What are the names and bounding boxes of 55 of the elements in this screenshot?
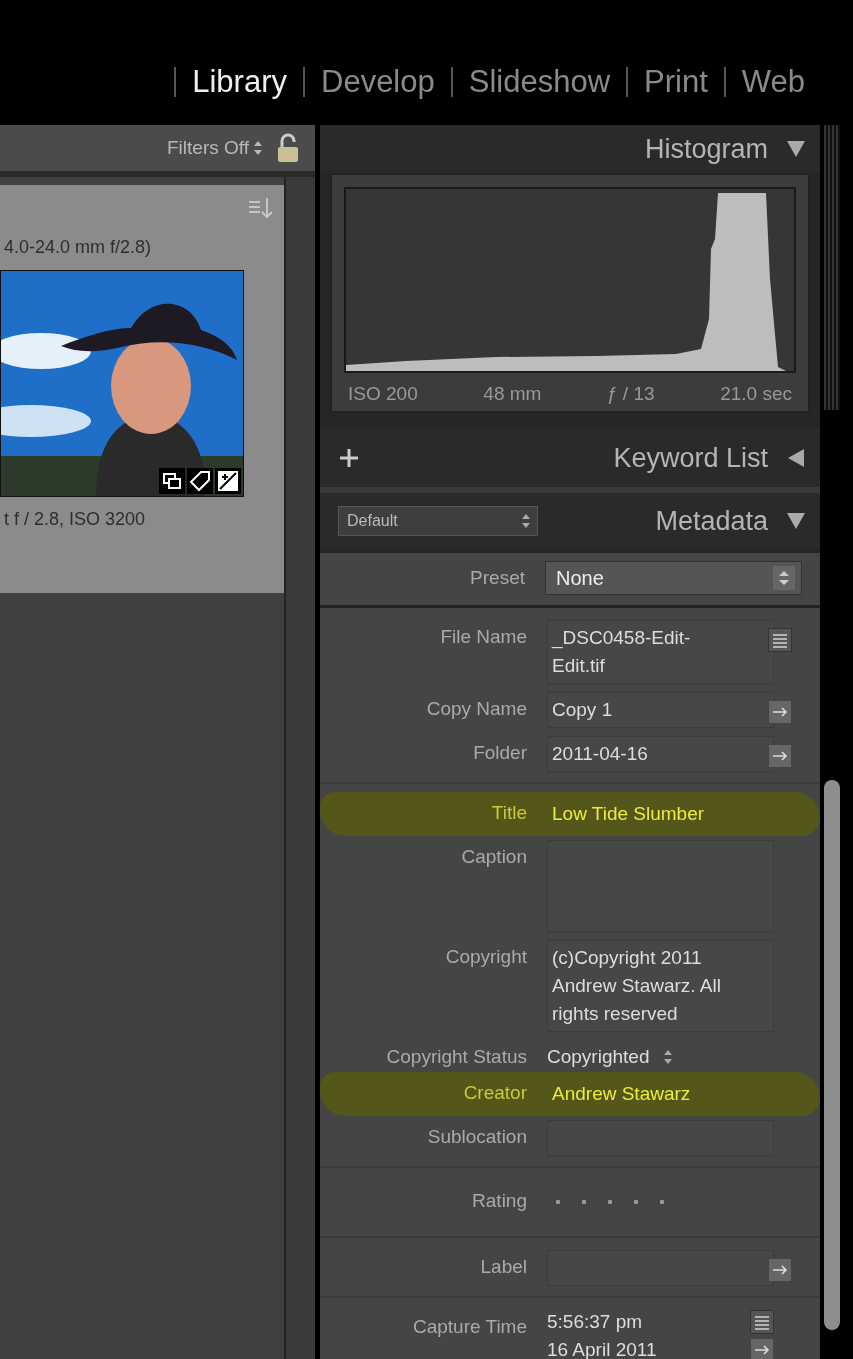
arrow-icon[interactable] (750, 1338, 774, 1359)
field-label: Preset (469, 567, 525, 589)
field-label: Caption (460, 845, 527, 868)
exposure-text: t f / 2.8, ISO 3200 (3, 509, 147, 530)
exposure-readout: ISO 200 (348, 383, 418, 405)
lens-text: 4.0-24.0 mm f/2.8) (3, 237, 153, 258)
panel-title[interactable]: Keyword List (613, 442, 768, 474)
field-label: Copyright Status (385, 1045, 527, 1068)
module-tab[interactable]: Print (626, 66, 724, 97)
field-label: Copy Name (425, 697, 527, 720)
panel-title[interactable]: Histogram (644, 133, 768, 165)
stack-icon (159, 468, 185, 494)
module-tab[interactable]: Web (723, 66, 805, 97)
stepper-icon[interactable] (521, 513, 531, 529)
field-label: Creator (462, 1081, 527, 1104)
status-dropdown[interactable]: Copyrighted (547, 1046, 650, 1068)
field-value[interactable]: Copy 1 (547, 692, 774, 728)
filters-menu[interactable]: Filters Off (167, 137, 249, 159)
collapse-icon[interactable] (786, 139, 806, 159)
field-value[interactable]: 2011-04-16 (547, 736, 774, 772)
field-label: Rating (471, 1189, 527, 1212)
field-value[interactable]: (c)Copyright 2011 Andrew Stawarz. All rights reserved (547, 940, 774, 1032)
scrollbar-thumb[interactable] (824, 780, 840, 1330)
module-tab[interactable]: Slideshow (450, 66, 627, 97)
module-tab[interactable]: Develop (303, 66, 451, 97)
preset-dropdown[interactable]: Default (338, 506, 538, 536)
field-value[interactable]: _DSC0458-Edit-Edit.tif (547, 620, 774, 684)
tag-icon (187, 468, 213, 494)
preset-select[interactable]: None (545, 561, 802, 595)
field-value[interactable]: Andrew Stawarz (547, 1076, 774, 1112)
field-label: Label (479, 1255, 527, 1278)
list-icon[interactable] (768, 628, 792, 652)
field-label: Copyright (444, 945, 527, 968)
field-label: File Name (439, 625, 527, 648)
field-label: Title (490, 801, 527, 824)
exposure-readout: 48 mm (483, 383, 542, 405)
exposure-readout: ƒ / 13 (607, 383, 655, 405)
stepper-icon[interactable] (773, 566, 795, 590)
field-value: 5:56:37 pm (547, 1311, 643, 1333)
expand-icon[interactable] (786, 448, 806, 468)
list-icon[interactable] (750, 1310, 774, 1334)
module-tab[interactable]: Library (174, 66, 303, 97)
panel-title[interactable]: Metadata (655, 505, 768, 537)
stepper-icon[interactable] (253, 140, 263, 156)
field-label: Capture Time (411, 1315, 527, 1338)
edit-icon (215, 468, 241, 494)
padlock-icon[interactable] (277, 133, 299, 163)
field-label: Folder (472, 741, 527, 764)
exposure-readout: 21.0 sec (720, 383, 792, 405)
collapse-icon[interactable] (786, 511, 806, 531)
field-value[interactable] (547, 1250, 774, 1286)
add-icon[interactable] (338, 447, 360, 469)
field-label: Sublocation (426, 1125, 527, 1148)
stepper-icon[interactable] (663, 1049, 674, 1065)
field-value[interactable]: Low Tide Slumber (547, 796, 774, 832)
